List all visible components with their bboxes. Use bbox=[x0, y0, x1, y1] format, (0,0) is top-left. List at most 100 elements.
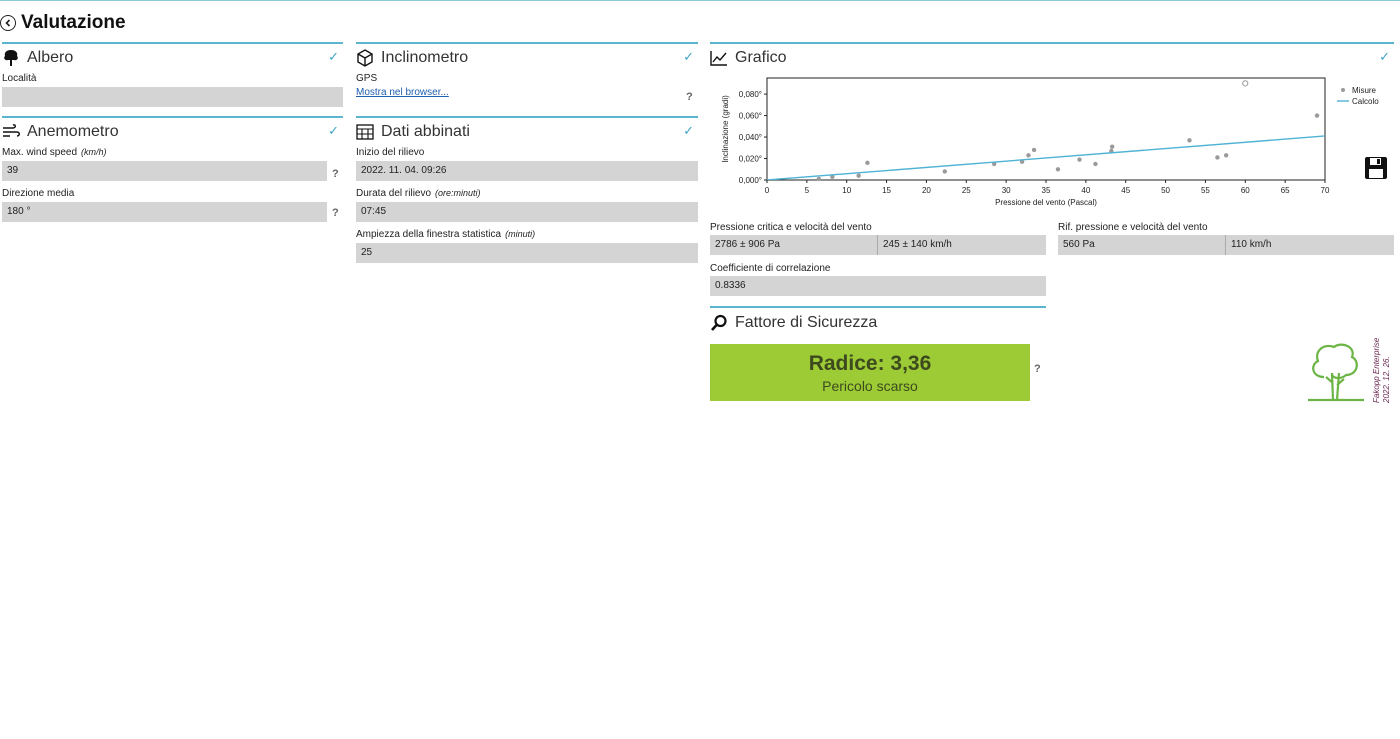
data-point bbox=[1223, 153, 1229, 158]
back-icon[interactable] bbox=[0, 15, 16, 31]
start-field[interactable]: 2022. 11. 04. 09:26 bbox=[356, 161, 698, 181]
section-title: Anemometro bbox=[27, 123, 119, 140]
check-icon: ✓ bbox=[683, 49, 694, 64]
wind-speed-field[interactable]: 39 bbox=[2, 161, 327, 181]
critical-speed-field[interactable]: 245 ± 140 km/h bbox=[878, 235, 1046, 255]
x-tick-label: 30 bbox=[1002, 186, 1011, 195]
x-tick-label: 15 bbox=[882, 186, 891, 195]
y-tick-label: 0,080° bbox=[739, 90, 762, 99]
x-tick-label: 40 bbox=[1081, 186, 1090, 195]
data-point bbox=[1026, 153, 1031, 158]
legend-label: Misure bbox=[1352, 86, 1377, 95]
section-safety: Fattore di Sicurezza bbox=[710, 306, 1046, 338]
plot-frame bbox=[766, 77, 1326, 181]
page-title: Valutazione bbox=[21, 12, 126, 33]
critical-label: Pressione critica e velocità del vento bbox=[710, 222, 872, 233]
brand-name: Fakopp Enterprise bbox=[1372, 337, 1381, 403]
help-button[interactable]: ? bbox=[332, 207, 339, 219]
data-point bbox=[1031, 147, 1037, 153]
x-tick-label: 65 bbox=[1281, 186, 1290, 195]
tree-icon bbox=[2, 49, 20, 67]
tree-logo bbox=[1306, 339, 1366, 403]
window-label: Ampiezza della finestra statistica (minut… bbox=[356, 228, 698, 241]
check-icon: ✓ bbox=[683, 123, 694, 138]
y-tick-label: 0,060° bbox=[739, 112, 762, 121]
safety-sub: Pericolo scarso bbox=[822, 377, 918, 394]
brand-text: Fakopp Enterprise 2022. 12. 26. bbox=[1372, 331, 1392, 403]
x-tick-label: 0 bbox=[765, 186, 770, 195]
x-tick-label: 35 bbox=[1042, 186, 1051, 195]
critical-fields: 2786 ± 906 Pa 245 ± 140 km/h bbox=[710, 235, 1046, 255]
help-button[interactable]: ? bbox=[332, 168, 339, 180]
wind-speed-label: Max. wind speed (km/h) bbox=[2, 146, 343, 159]
data-point bbox=[1215, 155, 1220, 160]
location-field[interactable] bbox=[2, 87, 343, 107]
check-icon: ✓ bbox=[1379, 49, 1390, 64]
section-albero: Albero ✓ Località bbox=[2, 42, 343, 107]
scatter-chart: 0 5 10 15 20 25 30 35 40 45 50 55 60 65 70 0,000° 0,020°… bbox=[721, 77, 1379, 207]
y-tick-label: 0,040° bbox=[739, 133, 762, 142]
correlation-field[interactable]: 0.8336 bbox=[710, 276, 1046, 296]
data-point bbox=[1077, 157, 1082, 162]
window-field[interactable]: 25 bbox=[356, 243, 698, 263]
check-icon: ✓ bbox=[328, 123, 339, 138]
x-tick-label: 50 bbox=[1161, 186, 1170, 195]
data-point bbox=[856, 173, 861, 178]
duration-unit: (ore:minuti) bbox=[435, 188, 481, 198]
gps-label: GPS bbox=[356, 73, 378, 84]
data-point bbox=[865, 160, 870, 166]
outlier-point bbox=[1242, 80, 1249, 87]
wind-icon bbox=[2, 123, 20, 141]
help-button[interactable]: ? bbox=[686, 91, 693, 103]
data-point bbox=[1109, 144, 1115, 149]
ref-label: Rif. pressione e velocità del vento bbox=[1058, 222, 1208, 233]
section-title: Grafico bbox=[735, 49, 787, 66]
ref-speed-field[interactable]: 110 km/h bbox=[1226, 235, 1394, 255]
direction-label: Direzione media bbox=[2, 188, 75, 199]
legend-marker bbox=[1341, 88, 1345, 92]
help-button[interactable]: ? bbox=[1034, 363, 1041, 375]
magnifier-icon bbox=[710, 314, 728, 332]
critical-pressure-field[interactable]: 2786 ± 906 Pa bbox=[710, 235, 878, 255]
y-tick-label: 0,000° bbox=[739, 176, 762, 185]
fit-line bbox=[767, 135, 1325, 180]
brand-date: 2022. 12. 26. bbox=[1382, 356, 1391, 403]
wind-speed-unit: (km/h) bbox=[81, 147, 107, 157]
data-point bbox=[816, 176, 822, 182]
title-bar: Valutazione bbox=[0, 9, 126, 37]
y-tick-label: 0,020° bbox=[739, 155, 762, 164]
ref-pressure-field[interactable]: 560 Pa bbox=[1058, 235, 1226, 255]
section-dati-abbinati: Dati abbinati ✓ Inizio del rilievo 2022.… bbox=[356, 116, 698, 263]
y-axis-label: Inclinazione (gradi) bbox=[721, 95, 730, 163]
duration-label-text: Durata del rilievo bbox=[356, 188, 432, 199]
section-title: Fattore di Sicurezza bbox=[735, 314, 878, 331]
x-tick-label: 5 bbox=[805, 186, 810, 195]
window-unit: (minuti) bbox=[505, 229, 536, 239]
x-tick-label: 10 bbox=[842, 186, 851, 195]
data-point bbox=[942, 169, 947, 174]
check-icon: ✓ bbox=[328, 49, 339, 64]
window-label-text: Ampiezza della finestra statistica bbox=[356, 229, 502, 240]
duration-label: Durata del rilievo (ore:minuti) bbox=[356, 187, 698, 200]
duration-field[interactable]: 07:45 bbox=[356, 202, 698, 222]
safety-main: Radice: 3,36 bbox=[808, 351, 932, 375]
x-tick-label: 45 bbox=[1121, 186, 1130, 195]
section-grafico: Grafico ✓ bbox=[710, 42, 1394, 72]
table-icon bbox=[356, 123, 374, 141]
start-label: Inizio del rilievo bbox=[356, 147, 425, 158]
legend-label: Calcolo bbox=[1352, 97, 1379, 106]
section-inclinometro: Inclinometro ✓ GPS Mostra nel browser...… bbox=[356, 42, 698, 103]
ref-fields: 560 Pa 110 km/h bbox=[1058, 235, 1394, 255]
x-tick-label: 20 bbox=[922, 186, 931, 195]
show-in-browser-link[interactable]: Mostra nel browser... bbox=[356, 87, 698, 98]
section-title: Dati abbinati bbox=[381, 123, 470, 140]
data-point bbox=[1055, 167, 1061, 172]
save-icon[interactable] bbox=[1363, 155, 1389, 181]
chart-icon bbox=[710, 49, 728, 67]
x-tick-label: 25 bbox=[962, 186, 971, 195]
data-point bbox=[1093, 161, 1098, 167]
direction-field[interactable]: 180 ° bbox=[2, 202, 327, 222]
x-tick-label: 70 bbox=[1321, 186, 1330, 195]
cube-icon bbox=[356, 49, 374, 67]
data-point bbox=[1187, 138, 1192, 143]
